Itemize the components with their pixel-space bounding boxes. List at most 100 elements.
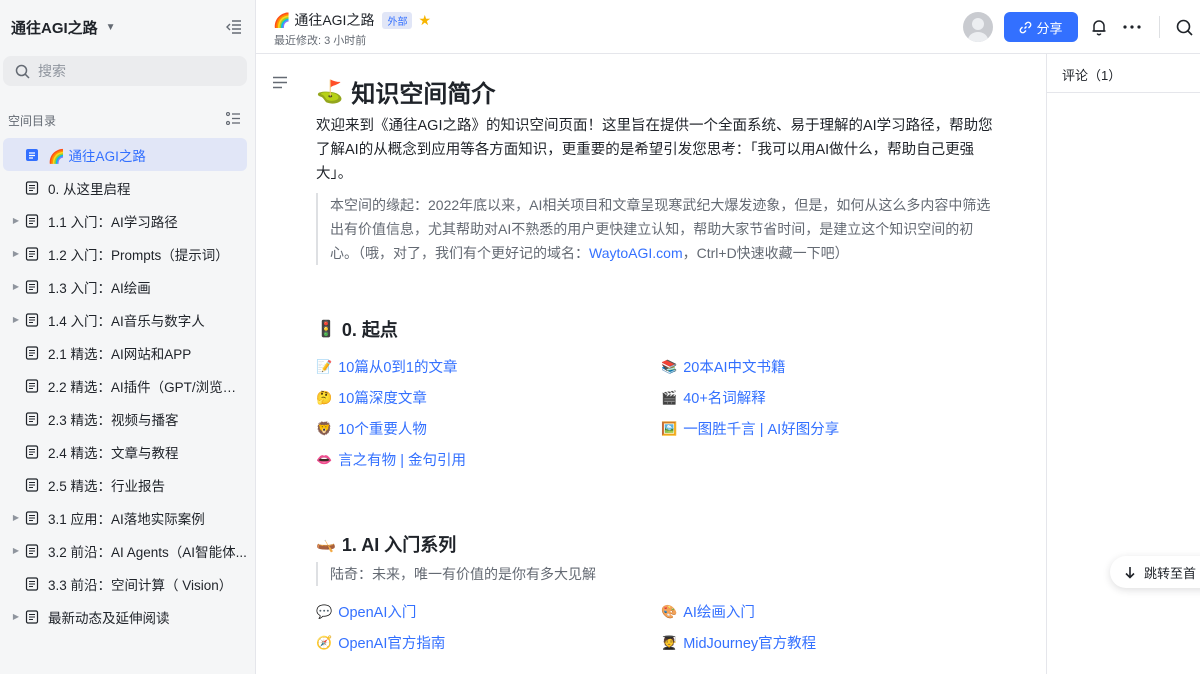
outline-toggle-icon[interactable] <box>272 76 288 92</box>
link-label: 言之有物 | 金句引用 <box>338 453 467 469</box>
link-label: 一图胜千言 | AI好图分享 <box>683 422 840 438</box>
doc-title[interactable]: 🌈 通往AGI之路 <box>273 10 374 30</box>
sidebar-item[interactable]: ▶ 3.2 前沿：AI Agents（AI智能体... <box>3 534 247 567</box>
sidebar-item-label: 1.2 入门：Prompts（提示词） <box>48 247 229 263</box>
sidebar-item-label: 1.1 入门：AI学习路径 <box>48 214 178 230</box>
link-label: OpenAI官方指南 <box>338 636 446 652</box>
section-heading-start: 🚦 0. 起点 <box>316 316 398 342</box>
document-icon <box>26 148 38 161</box>
sidebar-item[interactable]: ▶ 最新动态及延伸阅读 <box>3 600 247 633</box>
sidebar-item-label: 1.3 入门：AI绘画 <box>48 280 151 296</box>
domain-link[interactable]: WaytoAGI.com <box>589 245 683 261</box>
link-emoji-icon: 🦁 <box>316 420 333 436</box>
search-placeholder: 搜索 <box>38 63 66 79</box>
page-title-text: 知识空间简介 <box>351 81 496 108</box>
sidebar-item-label: 2.5 精选：行业报告 <box>48 478 166 494</box>
doc-link[interactable]: 🎬 40+名词解释 <box>661 387 766 408</box>
collapse-sidebar-icon[interactable] <box>223 16 245 38</box>
link-emoji-icon: 🖼️ <box>661 420 678 436</box>
link-label: OpenAI入门 <box>338 605 417 621</box>
sidebar-item[interactable]: ▶ 1.1 入门：AI学习路径 <box>3 204 247 237</box>
expand-arrow-icon[interactable]: ▶ <box>11 612 21 621</box>
expand-arrow-icon[interactable]: ▶ <box>11 216 21 225</box>
directory-header: 空间目录 <box>0 106 255 134</box>
chevron-down-icon[interactable]: ▼ <box>106 22 116 33</box>
luqi-quote: 陆奇：未来，唯一有价值的是你有多大见解 <box>316 562 996 586</box>
link-emoji-icon: 🎬 <box>661 389 678 405</box>
sidebar-item[interactable]: 0. 从这里启程 <box>3 171 247 204</box>
jump-to-top-button[interactable]: 跳转至首 <box>1110 556 1200 588</box>
section-heading-intro-text: 1. AI 入门系列 <box>341 535 457 555</box>
expand-arrow-icon[interactable]: ▶ <box>11 546 21 555</box>
expand-arrow-icon[interactable]: ▶ <box>11 315 21 324</box>
sidebar-item[interactable]: ▶ 1.3 入门：AI绘画 <box>3 270 247 303</box>
sidebar-item[interactable]: 2.1 精选：AI网站和APP <box>3 336 247 369</box>
intro-paragraph: 欢迎来到《通往AGI之路》的知识空间页面！这里旨在提供一个全面系统、易于理解的A… <box>316 118 993 182</box>
sidebar-item[interactable]: 2.3 精选：视频与播客 <box>3 402 247 435</box>
comments-divider <box>1047 92 1200 93</box>
search-icon[interactable] <box>1172 14 1196 40</box>
sidebar-item-label: 2.3 精选：视频与播客 <box>48 412 179 428</box>
sidebar-item[interactable]: ▶ 1.4 入门：AI音乐与数字人 <box>3 303 247 336</box>
directory-tree: 🌈 通往AGI之路 0. 从这里启程 ▶ 1.1 入门：AI学习路径 ▶ 1.2 入门：P… <box>0 138 255 633</box>
page-title: ⛳ 知识空间简介 <box>316 74 495 109</box>
sidebar-item[interactable]: 2.2 精选：AI插件（GPT/浏览器） <box>3 369 247 402</box>
space-title[interactable]: 通往AGI之路 <box>11 17 98 38</box>
link-label: 10个重要人物 <box>338 422 427 438</box>
document-icon <box>25 609 39 624</box>
doc-link[interactable]: 🤔 10篇深度文章 <box>316 387 427 408</box>
sidebar-item-label: 2.1 精选：AI网站和APP <box>48 346 192 362</box>
expand-arrow-icon[interactable]: ▶ <box>11 249 21 258</box>
link-emoji-icon: 💬 <box>316 603 333 619</box>
doc-link[interactable]: 🎨 AI绘画入门 <box>661 601 755 622</box>
link-label: MidJourney官方教程 <box>683 636 817 652</box>
link-emoji-icon: 🧑‍🎓 <box>661 634 678 650</box>
doc-link[interactable]: 📝 10篇从0到1的文章 <box>316 356 457 377</box>
doc-link[interactable]: 📚 20本AI中文书籍 <box>661 356 786 377</box>
jump-label: 跳转至首 <box>1144 565 1197 581</box>
star-icon[interactable]: ★ <box>418 12 431 29</box>
document-icon <box>25 411 39 426</box>
sidebar-item-label: 0. 从这里启程 <box>48 181 131 197</box>
section-heading-intro: 🛶 1. AI 入门系列 <box>316 531 456 557</box>
doc-link[interactable]: 👄 言之有物 | 金句引用 <box>316 449 466 470</box>
external-badge: 外部 <box>382 11 413 29</box>
sidebar-item[interactable]: ▶ 3.1 应用：AI落地实际案例 <box>3 501 247 534</box>
share-button[interactable]: 分享 <box>1004 12 1078 42</box>
doc-link[interactable]: 🧭 OpenAI官方指南 <box>316 632 445 653</box>
expand-arrow-icon[interactable]: ▶ <box>11 513 21 522</box>
doc-link[interactable]: 💬 OpenAI入门 <box>316 601 416 622</box>
sidebar-item-label: 3.2 前沿：AI Agents（AI智能体... <box>48 544 247 560</box>
origin-quote-tail: ，Ctrl+D快速收藏一下吧） <box>682 245 849 261</box>
sidebar-item[interactable]: 🌈 通往AGI之路 <box>3 138 247 171</box>
list-settings-icon[interactable] <box>225 111 241 128</box>
expand-arrow-icon[interactable]: ▶ <box>11 282 21 291</box>
section-heading-start-text: 0. 起点 <box>341 320 398 340</box>
canoe-icon: 🛶 <box>316 536 336 553</box>
document-icon <box>25 378 38 393</box>
link-emoji-icon: 📝 <box>316 358 333 374</box>
sidebar-header: 通往AGI之路 ▼ <box>0 0 255 54</box>
document-icon <box>25 312 39 327</box>
doc-link[interactable]: 🧑‍🎓 MidJourney官方教程 <box>661 632 816 653</box>
more-icon[interactable] <box>1120 14 1144 40</box>
sidebar-item[interactable]: 3.3 前沿：空间计算（ Vision） <box>3 567 247 600</box>
document-icon <box>25 510 39 525</box>
doc-link[interactable]: 🖼️ 一图胜千言 | AI好图分享 <box>661 418 839 439</box>
share-label: 分享 <box>1036 20 1063 36</box>
sidebar-item[interactable]: 2.4 精选：文章与教程 <box>3 435 247 468</box>
link-label: 10篇从0到1的文章 <box>338 360 458 376</box>
sidebar-item[interactable]: 2.5 精选：行业报告 <box>3 468 247 501</box>
golf-flag-icon: ⛳ <box>316 78 344 104</box>
doc-link[interactable]: 🦁 10个重要人物 <box>316 418 427 439</box>
sidebar-item-label: 3.1 应用：AI落地实际案例 <box>48 511 205 527</box>
document-icon <box>25 576 39 591</box>
sidebar-item[interactable]: ▶ 1.2 入门：Prompts（提示词） <box>3 237 247 270</box>
link-label: AI绘画入门 <box>683 605 755 621</box>
comments-title[interactable]: 评论（1） <box>1062 65 1121 84</box>
bell-icon[interactable] <box>1087 14 1111 40</box>
link-label: 20本AI中文书籍 <box>683 360 786 376</box>
search-input[interactable]: 搜索 <box>3 56 247 86</box>
document-icon <box>25 213 39 228</box>
avatar[interactable] <box>963 12 993 42</box>
